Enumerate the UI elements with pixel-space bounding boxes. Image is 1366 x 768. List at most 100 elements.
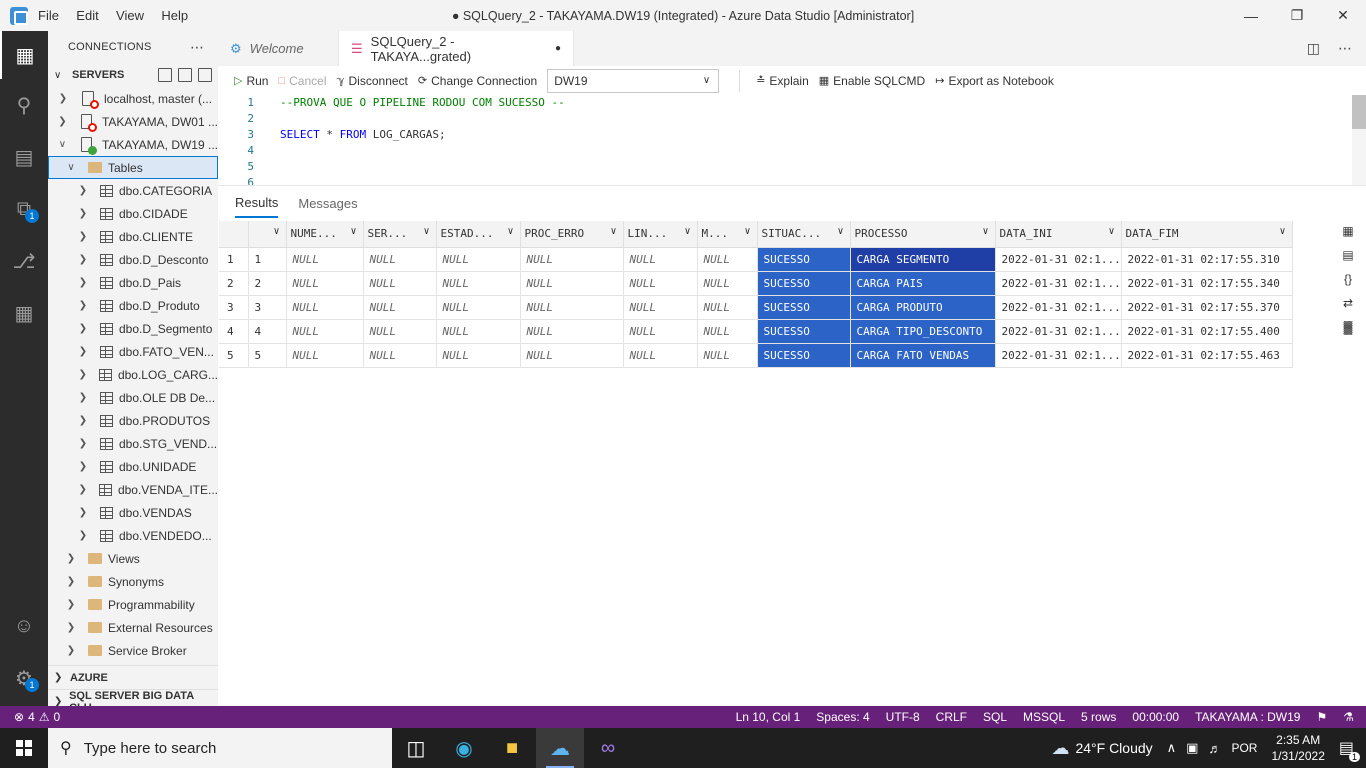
grid-cell[interactable]: NULL	[697, 295, 758, 320]
grid-cell[interactable]: NULL	[436, 295, 521, 320]
edge-icon[interactable]: ◉	[440, 728, 488, 768]
server-node[interactable]: ❯ TAKAYAMA, DW01 ...	[48, 110, 218, 133]
chevron-down-icon[interactable]: ∨	[507, 226, 513, 237]
folder-node[interactable]: ❯ External Resources	[48, 616, 218, 639]
connection-info[interactable]: TAKAYAMA : DW19	[1195, 710, 1300, 724]
grid-cell[interactable]: 2022-01-31 02:1...	[995, 247, 1122, 272]
split-editor-icon[interactable]: ◫	[1307, 40, 1320, 57]
column-header[interactable]: ESTAD... ∨	[436, 221, 521, 248]
end-of-line[interactable]: CRLF	[936, 710, 967, 724]
chevron-down-icon[interactable]: ∨	[350, 226, 356, 237]
start-button[interactable]	[0, 728, 48, 768]
azure-data-studio-taskbar-icon[interactable]: ☁	[536, 728, 584, 768]
grid-cell[interactable]: NULL	[363, 271, 437, 296]
chevron-down-icon[interactable]: ∨	[610, 226, 616, 237]
folder-node[interactable]: ❯ Programmability	[48, 593, 218, 616]
more-actions-icon[interactable]: ⋯	[190, 39, 204, 56]
warning-count[interactable]: 0	[54, 710, 61, 724]
column-header[interactable]: SITUAC... ∨	[757, 221, 851, 248]
code-editor[interactable]: 1 --PROVA QUE O PIPELINE RODOU COM SUCESS…	[218, 95, 1352, 185]
network-icon[interactable]: ▣	[1186, 740, 1198, 756]
folder-node[interactable]: ❯ Views	[48, 547, 218, 570]
taskbar-search[interactable]: ⚲ Type here to search	[48, 728, 392, 768]
clock[interactable]: 2:35 AM 1/31/2022	[1271, 732, 1324, 764]
grid-cell[interactable]: SUCESSO	[757, 247, 851, 272]
grid-cell[interactable]: 2022-01-31 02:17:55.370	[1121, 295, 1293, 320]
error-count[interactable]: 4	[28, 710, 35, 724]
tab-sqlquery[interactable]: ☰ SQLQuery_2 - TAKAYA...grated) ●	[339, 31, 574, 66]
row-number[interactable]: 1	[219, 247, 249, 272]
chevron-down-icon[interactable]: ∨	[1279, 226, 1285, 237]
grid-cell[interactable]: CARGA FATO VENDAS	[850, 343, 996, 368]
grid-cell[interactable]: CARGA TIPO_DESCONTO	[850, 319, 996, 344]
disconnect-button[interactable]: ℽ Disconnect	[337, 74, 408, 88]
grid-cell[interactable]: SUCESSO	[757, 319, 851, 344]
column-header[interactable]: LIN... ∨	[623, 221, 698, 248]
indentation[interactable]: Spaces: 4	[816, 710, 869, 724]
grid-cell[interactable]: NULL	[623, 271, 698, 296]
database-select[interactable]: DW19 ∨	[547, 68, 720, 93]
chevron-down-icon[interactable]: ∨	[423, 226, 429, 237]
grid-cell[interactable]: NULL	[363, 247, 437, 272]
language-mode[interactable]: SQL	[983, 710, 1007, 724]
table-node[interactable]: ❯ dbo.CATEGORIA	[48, 179, 218, 202]
grid-cell[interactable]: 2	[248, 271, 287, 296]
task-view-icon[interactable]: ◫	[392, 728, 440, 768]
scrollbar-thumb[interactable]	[1352, 95, 1366, 129]
table-node[interactable]: ❯ dbo.D_Pais	[48, 271, 218, 294]
speaker-icon[interactable]: ♬	[1208, 741, 1221, 756]
grid-cell[interactable]: NULL	[436, 247, 521, 272]
search-icon[interactable]: ⚲	[0, 81, 48, 129]
grid-cell[interactable]: NULL	[363, 343, 437, 368]
file-explorer-icon[interactable]: ■	[488, 728, 536, 768]
grid-cell[interactable]: 4	[248, 319, 287, 344]
row-number[interactable]: 3	[219, 295, 249, 320]
chart-icon[interactable]: ▓	[1344, 320, 1353, 334]
grid-cell[interactable]: CARGA PAIS	[850, 271, 996, 296]
grid-cell[interactable]: NULL	[697, 319, 758, 344]
grid-cell[interactable]: NULL	[697, 247, 758, 272]
grid-cell[interactable]: NULL	[623, 343, 698, 368]
table-node[interactable]: ❯ dbo.CLIENTE	[48, 225, 218, 248]
grid-cell[interactable]: NULL	[436, 343, 521, 368]
azure-section-header[interactable]: ❯ AZURE	[48, 665, 218, 689]
grid-cell[interactable]: NULL	[286, 247, 364, 272]
new-server-group-icon[interactable]	[178, 68, 192, 82]
cancel-button[interactable]: □ Cancel	[278, 74, 326, 88]
bigdata-section-header[interactable]: ❯ SQL SERVER BIG DATA CLU...	[48, 689, 218, 706]
enable-sqlcmd-button[interactable]: ▦ Enable SQLCMD	[819, 74, 925, 88]
server-node[interactable]: ∨ TAKAYAMA, DW19 ...	[48, 133, 218, 156]
grid-cell[interactable]: NULL	[286, 319, 364, 344]
column-header[interactable]: SER... ∨	[363, 221, 437, 248]
table-node[interactable]: ❯ dbo.D_Segmento	[48, 317, 218, 340]
grid-cell[interactable]: NULL	[623, 319, 698, 344]
row-number[interactable]: 4	[219, 319, 249, 344]
servers-section-header[interactable]: ∨ SERVERS	[48, 63, 218, 87]
column-header[interactable]: PROCESSO ∨	[850, 221, 996, 248]
column-header[interactable]: M... ∨	[697, 221, 758, 248]
save-xml-icon[interactable]: ⇄	[1343, 296, 1353, 310]
grid-cell[interactable]: 2022-01-31 02:1...	[995, 343, 1122, 368]
grid-cell[interactable]: NULL	[363, 295, 437, 320]
grid-cell[interactable]: NULL	[286, 343, 364, 368]
visual-studio-icon[interactable]: ∞	[584, 728, 632, 768]
grid-cell[interactable]: NULL	[436, 319, 521, 344]
grid-cell[interactable]: NULL	[520, 343, 624, 368]
server-node[interactable]: ❯ localhost, master (...	[48, 87, 218, 110]
menu-edit[interactable]: Edit	[76, 8, 98, 23]
grid-cell[interactable]: 2022-01-31 02:17:55.463	[1121, 343, 1293, 368]
table-node[interactable]: ❯ dbo.VENDA_ITE...	[48, 478, 219, 501]
chevron-down-icon[interactable]: ∨	[837, 226, 843, 237]
grid-cell[interactable]: NULL	[697, 343, 758, 368]
grid-cell[interactable]: 2022-01-31 02:17:55.310	[1121, 247, 1293, 272]
grid-cell[interactable]: CARGA PRODUTO	[850, 295, 996, 320]
notebooks-icon[interactable]: ▤	[0, 133, 48, 181]
grid-cell[interactable]: NULL	[520, 319, 624, 344]
tab-results[interactable]: Results	[235, 189, 279, 218]
tab-welcome[interactable]: ⚙ Welcome	[218, 31, 339, 66]
account-icon[interactable]: ☺	[0, 602, 48, 650]
save-json-icon[interactable]: {}	[1344, 272, 1352, 286]
menu-file[interactable]: File	[38, 8, 59, 23]
grid-cell[interactable]: SUCESSO	[757, 343, 851, 368]
extensions-grid-icon[interactable]: ▦	[0, 289, 48, 337]
